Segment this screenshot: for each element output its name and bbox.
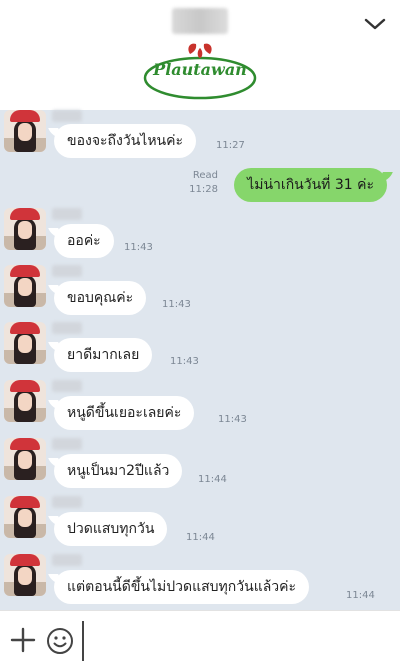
- chat-header: Plautawan: [0, 0, 400, 110]
- sender-name: [52, 265, 82, 277]
- read-status: Read: [192, 170, 218, 181]
- message-bubble[interactable]: ออค่ะ: [54, 224, 114, 258]
- sender-name: [52, 496, 82, 508]
- message-time: 11:43: [162, 299, 191, 310]
- message-time: 11:43: [124, 242, 153, 253]
- chevron-down-icon: [364, 18, 386, 30]
- avatar[interactable]: [4, 554, 46, 596]
- message-time: 11:44: [346, 590, 375, 601]
- message-input[interactable]: [82, 621, 322, 661]
- message-bubble[interactable]: ขอบคุณค่ะ: [54, 281, 147, 315]
- message-bubble[interactable]: ปวดแสบทุกวัน: [54, 512, 168, 546]
- chat-area[interactable]: ของจะถึงวันไหนค่ะ 11:27 Read 11:28 ไม่น่…: [0, 110, 400, 610]
- message-time: 11:28: [189, 184, 218, 195]
- emoji-icon: [47, 628, 73, 654]
- avatar[interactable]: [4, 438, 46, 480]
- message-bubble[interactable]: หนูดีขึ้นเยอะเลยค่ะ: [54, 396, 195, 430]
- message-time: 11:44: [186, 532, 215, 543]
- message-time: 11:43: [170, 356, 199, 367]
- logo-text: Plautawan: [153, 60, 247, 79]
- message-time: 11:43: [218, 414, 247, 425]
- avatar[interactable]: [4, 380, 46, 422]
- sender-name: [52, 208, 82, 220]
- sender-name: [52, 110, 82, 122]
- contact-name: [172, 8, 228, 34]
- sender-name: [52, 322, 82, 334]
- sender-name: [52, 438, 82, 450]
- message-bubble[interactable]: ของจะถึงวันไหนค่ะ: [54, 124, 197, 158]
- brand-logo: Plautawan: [140, 40, 260, 108]
- add-attachment-button[interactable]: [10, 627, 36, 653]
- avatar[interactable]: [4, 265, 46, 307]
- message-bubble[interactable]: ไม่น่าเกินวันที่ 31 ค่ะ: [234, 168, 387, 202]
- message-input-bar: [0, 610, 400, 670]
- message-time: 11:27: [216, 140, 245, 151]
- message-bubble[interactable]: หนูเป็นมา2ปีแล้ว: [54, 454, 183, 488]
- collapse-button[interactable]: [362, 14, 388, 34]
- avatar[interactable]: [4, 496, 46, 538]
- message-bubble[interactable]: แต่ตอนนี้ดีขึ้นไม่ปวดแสบทุกวันแล้วค่ะ: [54, 570, 310, 604]
- emoji-button[interactable]: [46, 627, 74, 655]
- avatar[interactable]: [4, 322, 46, 364]
- sender-name: [52, 380, 82, 392]
- message-bubble[interactable]: ยาดีมากเลย: [54, 338, 153, 372]
- message-time: 11:44: [198, 474, 227, 485]
- avatar[interactable]: [4, 110, 46, 152]
- plus-icon: [10, 627, 36, 653]
- sender-name: [52, 554, 82, 566]
- avatar[interactable]: [4, 208, 46, 250]
